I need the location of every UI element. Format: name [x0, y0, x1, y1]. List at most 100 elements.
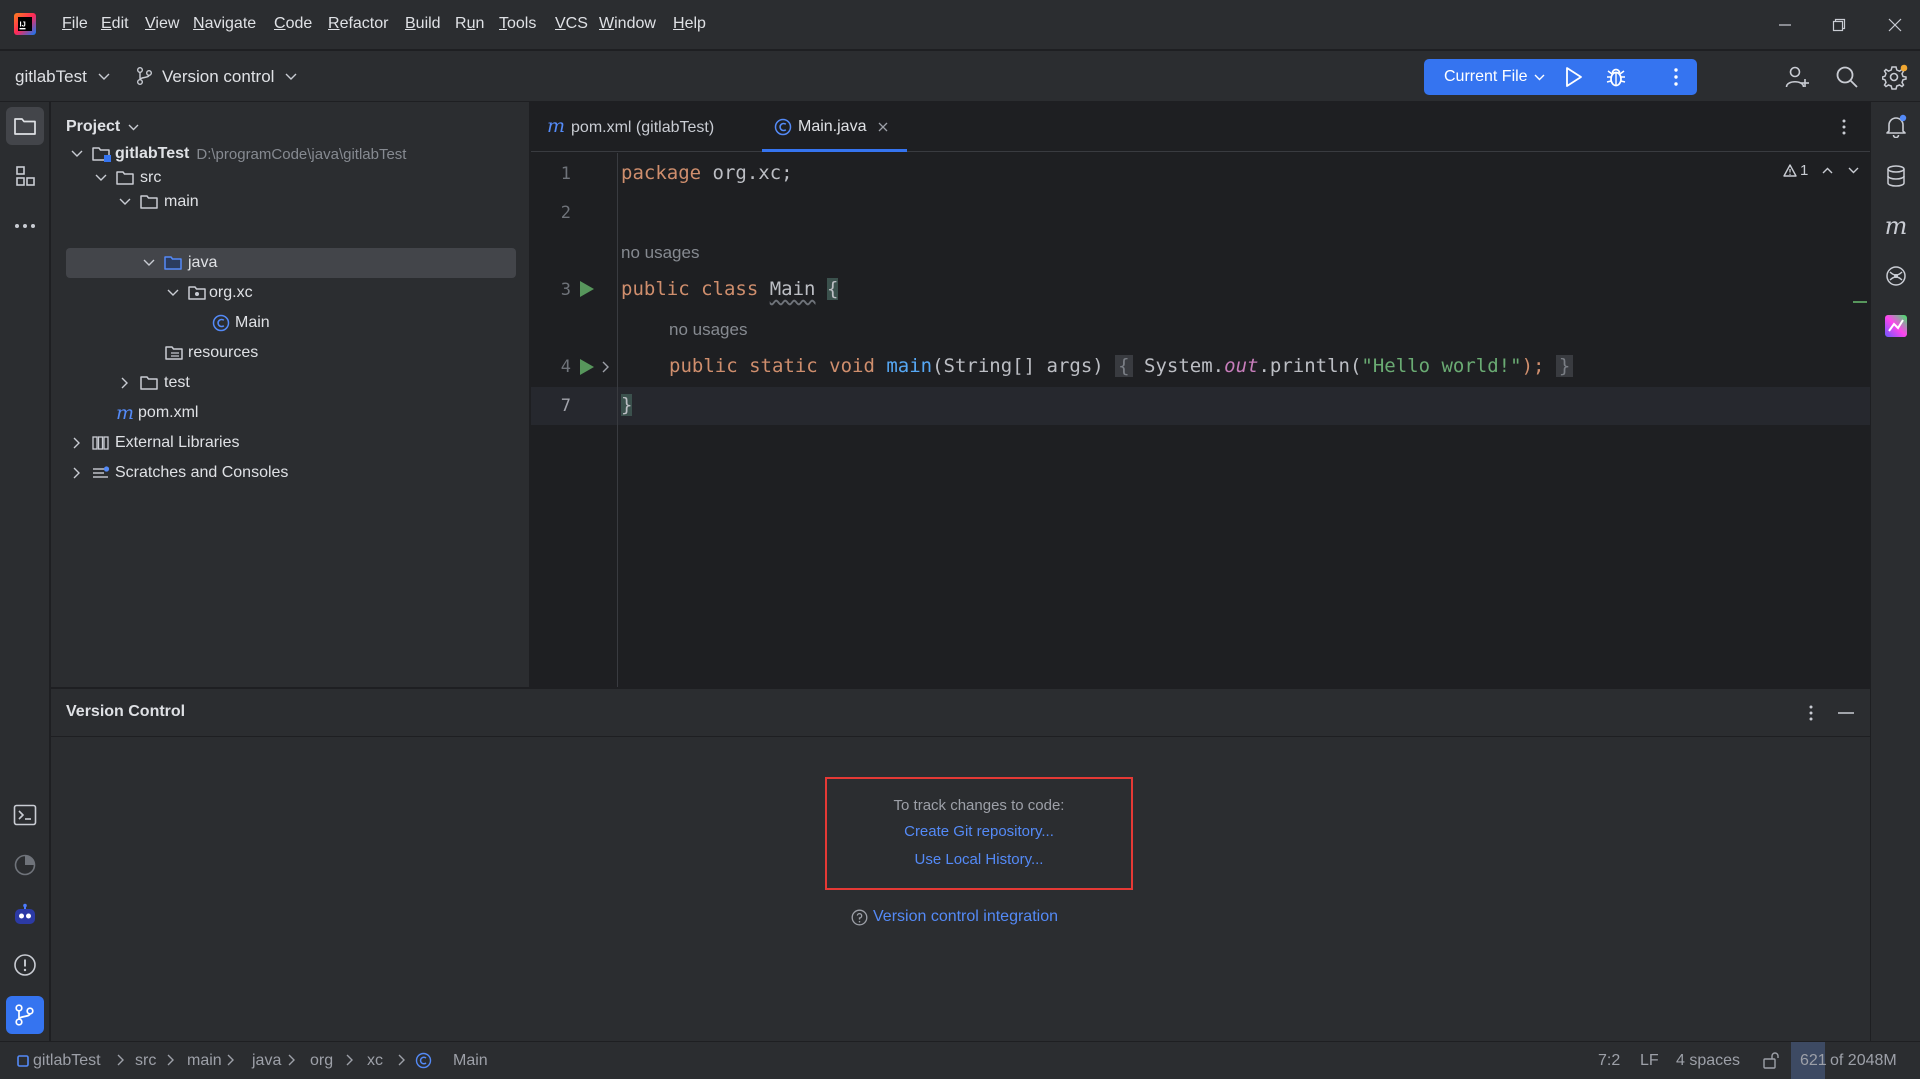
project-selector[interactable]: gitlabTest	[15, 51, 115, 102]
play-icon	[580, 359, 594, 375]
code-token: }	[621, 394, 633, 416]
menu-item-refactor[interactable]: Refactor	[328, 15, 388, 33]
line-ending[interactable]: LF	[1640, 1052, 1659, 1070]
code-token: System.	[1132, 355, 1225, 377]
usages-hint[interactable]: no usages	[621, 243, 699, 263]
plugin-tool-button[interactable]	[6, 896, 44, 934]
search-everywhere-button[interactable]	[1834, 64, 1860, 90]
use-local-history-link[interactable]: Use Local History...	[915, 851, 1044, 868]
restore-button[interactable]	[1814, 0, 1864, 50]
tree-node-main-class[interactable]: Main	[66, 308, 270, 338]
vcs-selector[interactable]: Version control	[136, 51, 301, 102]
maven-tool-button[interactable]: m	[1877, 207, 1915, 245]
breadcrumb-item[interactable]: gitlabTest	[33, 1052, 101, 1070]
chevron-up-icon[interactable]	[1822, 167, 1833, 174]
add-user-button[interactable]	[1784, 64, 1810, 90]
status-bar: gitlabTest src main java org xc Main 7:2 LF 4 …	[0, 1041, 1920, 1079]
indent-setting[interactable]: 4 spaces	[1676, 1052, 1740, 1070]
hide-panel-button[interactable]	[1837, 703, 1855, 723]
menu-item-build[interactable]: Build	[405, 15, 441, 33]
tree-node-external-libraries[interactable]: External Libraries	[66, 428, 240, 458]
vc-integration-help[interactable]: Version control integration	[851, 908, 1058, 926]
folded-brace[interactable]: }	[1555, 355, 1574, 377]
menu-item-navigate[interactable]: Navigate	[193, 15, 256, 33]
close-icon[interactable]	[878, 122, 888, 132]
breadcrumb-item[interactable]: Main	[453, 1052, 488, 1070]
menu-item-view[interactable]: View	[145, 15, 179, 33]
inspection-widget[interactable]: 1	[1783, 162, 1859, 179]
structure-tool-button[interactable]	[6, 157, 44, 195]
tree-node-test[interactable]: test	[66, 368, 190, 398]
menu-item-edit[interactable]: Edit	[101, 15, 129, 33]
chevron-down-icon[interactable]	[167, 289, 179, 297]
vc-integration-link[interactable]: Version control integration	[873, 908, 1058, 926]
menu-item-vcs[interactable]: VCS	[555, 15, 588, 33]
breadcrumb-item[interactable]: main	[187, 1052, 222, 1070]
code-line-7[interactable]: }	[621, 394, 633, 416]
run-main-gutter-button[interactable]	[579, 358, 595, 376]
warning-icon	[1783, 164, 1797, 177]
tabs-options-button[interactable]	[1837, 117, 1851, 137]
chevron-right-icon[interactable]	[73, 437, 81, 449]
breadcrumb-item[interactable]: xc	[367, 1052, 383, 1070]
run-config-selector[interactable]: Current File	[1424, 59, 1549, 95]
terminal-tool-button[interactable]	[6, 796, 44, 834]
chevron-down-icon[interactable]	[1848, 167, 1859, 174]
fold-toggle-button[interactable]	[602, 361, 610, 373]
breadcrumb-item[interactable]: org	[310, 1052, 333, 1070]
database-tool-button[interactable]	[1877, 157, 1915, 195]
chevron-right-icon[interactable]	[121, 377, 129, 389]
code-line-4[interactable]: public static void main(String[] args) {…	[669, 355, 1574, 377]
breadcrumb-item[interactable]: java	[252, 1052, 281, 1070]
tab-pom-xml[interactable]: m pom.xml (gitlabTest)	[547, 115, 714, 137]
problems-tool-button[interactable]	[6, 946, 44, 984]
settings-button[interactable]	[1882, 64, 1908, 90]
tree-node-package[interactable]: org.xc	[66, 278, 253, 308]
menu-item-file[interactable]: File	[62, 15, 88, 33]
folded-brace[interactable]: {	[1115, 355, 1133, 377]
tree-node-java[interactable]: java	[66, 248, 217, 278]
scrollbar-marker[interactable]	[1853, 301, 1867, 303]
version-control-tool-button[interactable]	[6, 996, 44, 1034]
notifications-button[interactable]	[1877, 107, 1915, 145]
menu-item-run[interactable]: Run	[455, 15, 484, 33]
run-class-gutter-button[interactable]	[579, 280, 595, 298]
memory-indicator[interactable]: 621 of 2048M	[1791, 1042, 1920, 1079]
tree-node-scratches[interactable]: Scratches and Consoles	[66, 458, 288, 488]
chevron-down-icon[interactable]	[119, 198, 131, 206]
chevron-down-icon[interactable]	[95, 174, 107, 182]
profiler-tool-button[interactable]	[6, 846, 44, 884]
plugin-tool-button[interactable]	[1877, 307, 1915, 345]
memory-total: of 2048M	[1830, 1052, 1897, 1069]
read-only-toggle[interactable]	[1762, 1051, 1780, 1069]
menu-item-window[interactable]: Window	[599, 15, 656, 33]
more-actions-button[interactable]	[1669, 65, 1683, 89]
chevron-down-icon[interactable]	[143, 259, 155, 267]
caret-position[interactable]: 7:2	[1598, 1052, 1620, 1070]
project-view-selector[interactable]: Project	[66, 118, 139, 136]
debug-button[interactable]	[1604, 65, 1628, 89]
breadcrumb-item[interactable]: src	[135, 1052, 156, 1070]
chevron-right-icon[interactable]	[73, 467, 81, 479]
minimize-button[interactable]	[1760, 0, 1810, 50]
scratches-icon	[93, 466, 110, 478]
usages-hint[interactable]: no usages	[669, 320, 747, 340]
create-git-repository-link[interactable]: Create Git repository...	[904, 823, 1054, 840]
menu-item-help[interactable]: Help	[673, 15, 706, 33]
run-button[interactable]	[1561, 65, 1585, 89]
chevron-down-icon[interactable]	[71, 150, 83, 158]
app-logo-icon[interactable]: IJ	[14, 13, 36, 35]
ai-assistant-button[interactable]	[1877, 257, 1915, 295]
tab-main-java[interactable]: Main.java	[774, 118, 888, 136]
project-tool-button[interactable]	[6, 107, 44, 145]
menu-item-code[interactable]: Code	[274, 15, 312, 33]
code-line-1[interactable]: package org.xc;	[621, 162, 793, 184]
tree-node-resources[interactable]: resources	[66, 338, 258, 368]
code-line-3[interactable]: public class Main {	[621, 278, 839, 300]
tree-node-main[interactable]: main	[66, 187, 199, 217]
close-window-button[interactable]	[1870, 0, 1920, 50]
tree-node-pom[interactable]: m pom.xml	[66, 398, 198, 428]
more-tools-button[interactable]	[6, 207, 44, 245]
vc-options-button[interactable]	[1804, 703, 1818, 723]
menu-item-tools[interactable]: Tools	[499, 15, 536, 33]
